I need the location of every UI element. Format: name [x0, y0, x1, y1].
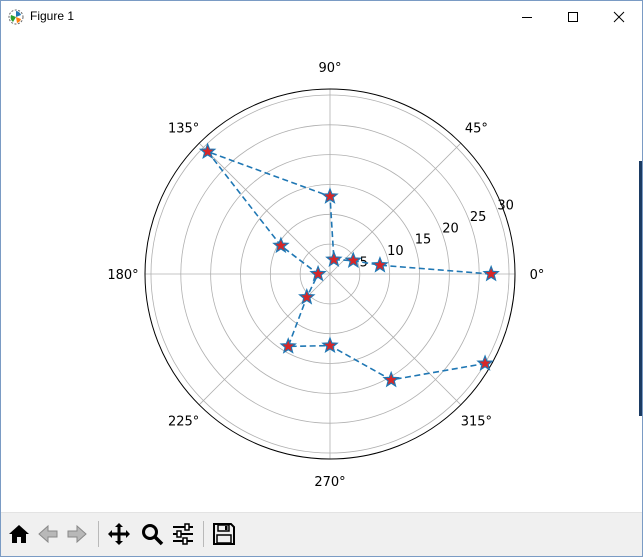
- data-point-marker: [309, 264, 327, 282]
- angular-tick-label: 135°: [168, 122, 199, 137]
- maximize-icon: [568, 11, 578, 22]
- pan-button[interactable]: [105, 520, 133, 548]
- zoom-magnifier-icon: [142, 524, 164, 546]
- back-arrow-icon: [38, 524, 58, 544]
- angular-tick-label: 270°: [314, 475, 345, 490]
- back-button[interactable]: [34, 520, 62, 548]
- pan-move-icon: [108, 523, 130, 545]
- window-title: Figure 1: [30, 9, 75, 23]
- angular-tick-label: 225°: [168, 414, 199, 429]
- data-point-marker: [382, 370, 400, 388]
- navigation-toolbar: [1, 512, 642, 556]
- polar-plot: 510152025300°45°90°135°180°225°270°315°: [107, 61, 545, 490]
- radial-tick-label: 10: [387, 244, 404, 259]
- maximize-button[interactable]: [550, 1, 596, 32]
- toolbar-separator: [203, 521, 204, 547]
- window-edge-accent: [639, 161, 642, 416]
- angular-tick-label: 90°: [318, 61, 341, 76]
- radial-tick-label: 20: [442, 221, 459, 236]
- angular-tick-label: 315°: [461, 414, 492, 429]
- radial-tick-label: 15: [415, 233, 432, 248]
- home-button[interactable]: [5, 520, 33, 548]
- close-icon: [613, 11, 625, 22]
- zoom-button[interactable]: [138, 520, 166, 548]
- figure-window: Figure 1 5 10 15 20 25 30 0° 45° 90° 135° 180° 225°…: [0, 0, 643, 557]
- minimize-button[interactable]: [504, 1, 550, 32]
- angular-tick-label: 45°: [465, 122, 488, 137]
- angular-gridline: [198, 273, 331, 406]
- data-point-marker: [482, 264, 500, 282]
- figure-canvas[interactable]: 5 10 15 20 25 30 0° 45° 90° 135° 180° 225° 270° 315°: [1, 32, 642, 512]
- sliders-icon: [173, 523, 193, 545]
- save-button[interactable]: [210, 520, 238, 548]
- matplotlib-figure-icon: [8, 9, 24, 25]
- home-icon: [9, 525, 29, 543]
- floppy-disk-icon: [213, 523, 235, 545]
- radial-tick-label: 25: [470, 210, 487, 225]
- data-point-marker: [325, 250, 343, 268]
- minimize-icon: [522, 16, 532, 18]
- angular-tick-label: 0°: [530, 268, 545, 283]
- angular-gridline: [198, 142, 331, 275]
- forward-button[interactable]: [63, 520, 91, 548]
- angular-tick-label: 180°: [107, 268, 138, 283]
- forward-arrow-icon: [67, 524, 87, 544]
- toolbar-separator: [98, 521, 99, 547]
- configure-subplots-button[interactable]: [169, 520, 197, 548]
- close-button[interactable]: [596, 1, 642, 32]
- data-point-marker: [371, 256, 389, 273]
- title-bar[interactable]: Figure 1: [1, 1, 642, 32]
